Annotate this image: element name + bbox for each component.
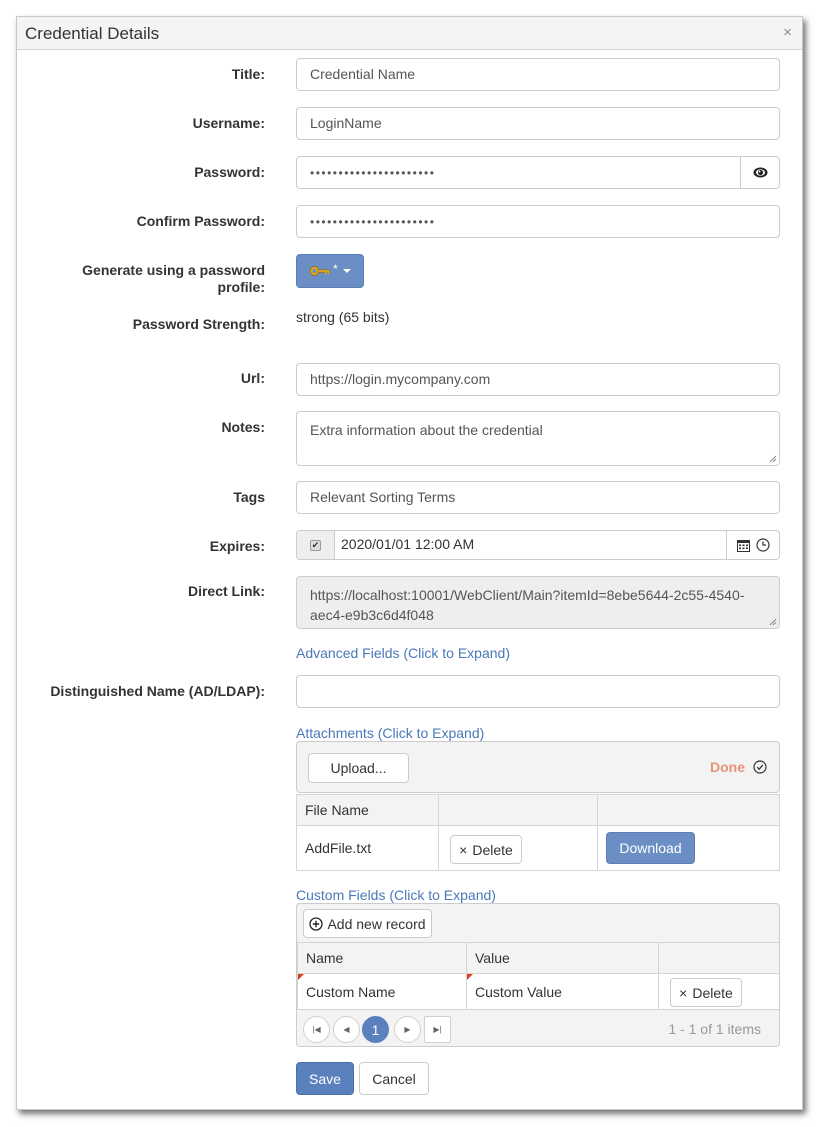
next-page-icon: ▶	[404, 1025, 411, 1034]
dialog-title: Credential Details	[25, 24, 160, 43]
direct-link-value: https://localhost:10001/WebClient/Main?i…	[310, 587, 745, 623]
attachments-link[interactable]: Attachments (Click to Expand)	[296, 725, 484, 741]
calendar-icon[interactable]	[736, 539, 750, 552]
delete-attachment-button[interactable]: × Delete	[450, 835, 522, 864]
password-label: Password:	[194, 164, 265, 180]
caret-down-icon	[342, 269, 351, 273]
resize-handle-icon[interactable]	[769, 618, 777, 626]
url-input[interactable]: https://login.mycompany.com	[296, 363, 780, 396]
upload-status: Done	[710, 759, 745, 775]
credential-details-dialog: Credential Details × Title: Credential N…	[16, 16, 803, 1110]
title-input[interactable]: Credential Name	[296, 58, 780, 91]
expires-checkbox-wrapper[interactable]: ✔	[297, 531, 335, 559]
column-header-delete	[438, 794, 598, 826]
cancel-button[interactable]: Cancel	[359, 1062, 429, 1095]
url-label: Url:	[240, 370, 265, 386]
plus-circle-icon	[309, 916, 324, 931]
pager: |◀ ◀ 1 ▶ ▶| 1 - 1 of 1 items	[297, 1009, 779, 1046]
password-strength-value: strong (65 bits)	[296, 309, 390, 325]
generate-profile-label-line2: profile:	[217, 279, 265, 295]
attachments-toolbar: Upload... Done	[296, 741, 780, 793]
page-button-current[interactable]: 1	[362, 1016, 389, 1043]
password-input[interactable]: ••••••••••••••••••••••	[296, 156, 780, 189]
save-button[interactable]: Save	[296, 1062, 354, 1095]
close-icon: ×	[459, 841, 468, 858]
generate-star: *	[333, 261, 338, 276]
table-row: AddFile.txt × Delete Download	[296, 825, 780, 871]
column-header-file-name: File Name	[296, 794, 439, 826]
password-strength-label: Password Strength:	[132, 316, 265, 332]
advanced-fields-link[interactable]: Advanced Fields (Click to Expand)	[296, 645, 510, 661]
expires-input[interactable]: 2020/01/01 12:00 AM	[335, 531, 726, 559]
custom-value-cell[interactable]: Custom Value	[466, 973, 659, 1010]
generate-profile-label: Generate using a password profile:	[82, 262, 265, 296]
expires-label: Expires:	[209, 538, 265, 554]
username-input[interactable]: LoginName	[296, 107, 780, 140]
generate-profile-label-line1: Generate using a password	[82, 262, 265, 278]
download-button[interactable]: Download	[606, 832, 695, 864]
custom-fields-grid: Add new record Name Value Custom Name Cu…	[296, 903, 780, 1047]
add-new-record-button[interactable]: Add new record	[303, 909, 432, 938]
first-page-button[interactable]: |◀	[303, 1016, 330, 1043]
expires-checkbox[interactable]: ✔	[310, 539, 321, 551]
last-page-button[interactable]: ▶|	[424, 1016, 451, 1043]
dialog-titlebar: Credential Details ×	[17, 17, 802, 50]
column-header-name: Name	[297, 942, 467, 974]
column-header-download	[597, 794, 780, 826]
check-circle-icon	[753, 760, 767, 774]
notes-value: Extra information about the credential	[310, 422, 543, 438]
show-password-button[interactable]	[740, 157, 779, 188]
close-icon[interactable]: ×	[783, 25, 792, 41]
eye-icon	[753, 167, 767, 178]
file-name-cell: AddFile.txt	[296, 825, 439, 871]
tags-input[interactable]: Relevant Sorting Terms	[296, 481, 780, 514]
notes-label: Notes:	[221, 419, 265, 435]
custom-fields-link[interactable]: Custom Fields (Click to Expand)	[296, 887, 496, 903]
upload-button[interactable]: Upload...	[308, 753, 409, 783]
previous-page-button[interactable]: ◀	[333, 1016, 360, 1043]
next-page-button[interactable]: ▶	[394, 1016, 421, 1043]
distinguished-name-label: Distinguished Name (AD/LDAP):	[50, 683, 265, 699]
column-header-value: Value	[466, 942, 659, 974]
confirm-password-value: ••••••••••••••••••••••	[310, 215, 436, 229]
expires-datetime-picker: ✔ 2020/01/01 12:00 AM	[296, 530, 780, 560]
generate-password-button[interactable]: *	[296, 254, 364, 288]
confirm-password-label: Confirm Password:	[136, 213, 265, 229]
attachments-table: File Name AddFile.txt × Delete Download	[296, 794, 780, 871]
distinguished-name-input[interactable]	[296, 675, 780, 708]
pager-info: 1 - 1 of 1 items	[668, 1021, 761, 1037]
previous-page-icon: ◀	[343, 1025, 350, 1034]
clock-icon[interactable]	[755, 538, 770, 552]
delete-custom-field-button[interactable]: × Delete	[670, 978, 742, 1007]
key-icon	[309, 266, 330, 276]
notes-textarea[interactable]: Extra information about the credential	[296, 411, 780, 466]
password-value: ••••••••••••••••••••••	[310, 166, 436, 180]
table-row: Custom Name Custom Value × Delete	[297, 973, 779, 1010]
custom-fields-table: Name Value Custom Name Custom Value × De…	[297, 942, 779, 1010]
confirm-password-input[interactable]: ••••••••••••••••••••••	[296, 205, 780, 238]
username-label: Username:	[192, 115, 265, 131]
last-page-icon: ▶|	[433, 1025, 442, 1034]
tags-label: Tags	[233, 489, 265, 505]
first-page-icon: |◀	[312, 1025, 321, 1034]
custom-name-cell[interactable]: Custom Name	[297, 973, 467, 1010]
title-label: Title:	[231, 66, 265, 82]
resize-handle-icon[interactable]	[769, 455, 777, 463]
direct-link-label: Direct Link:	[187, 583, 265, 599]
column-header-actions	[658, 942, 779, 974]
close-icon: ×	[679, 984, 688, 1001]
direct-link-textarea[interactable]: https://localhost:10001/WebClient/Main?i…	[296, 576, 780, 629]
